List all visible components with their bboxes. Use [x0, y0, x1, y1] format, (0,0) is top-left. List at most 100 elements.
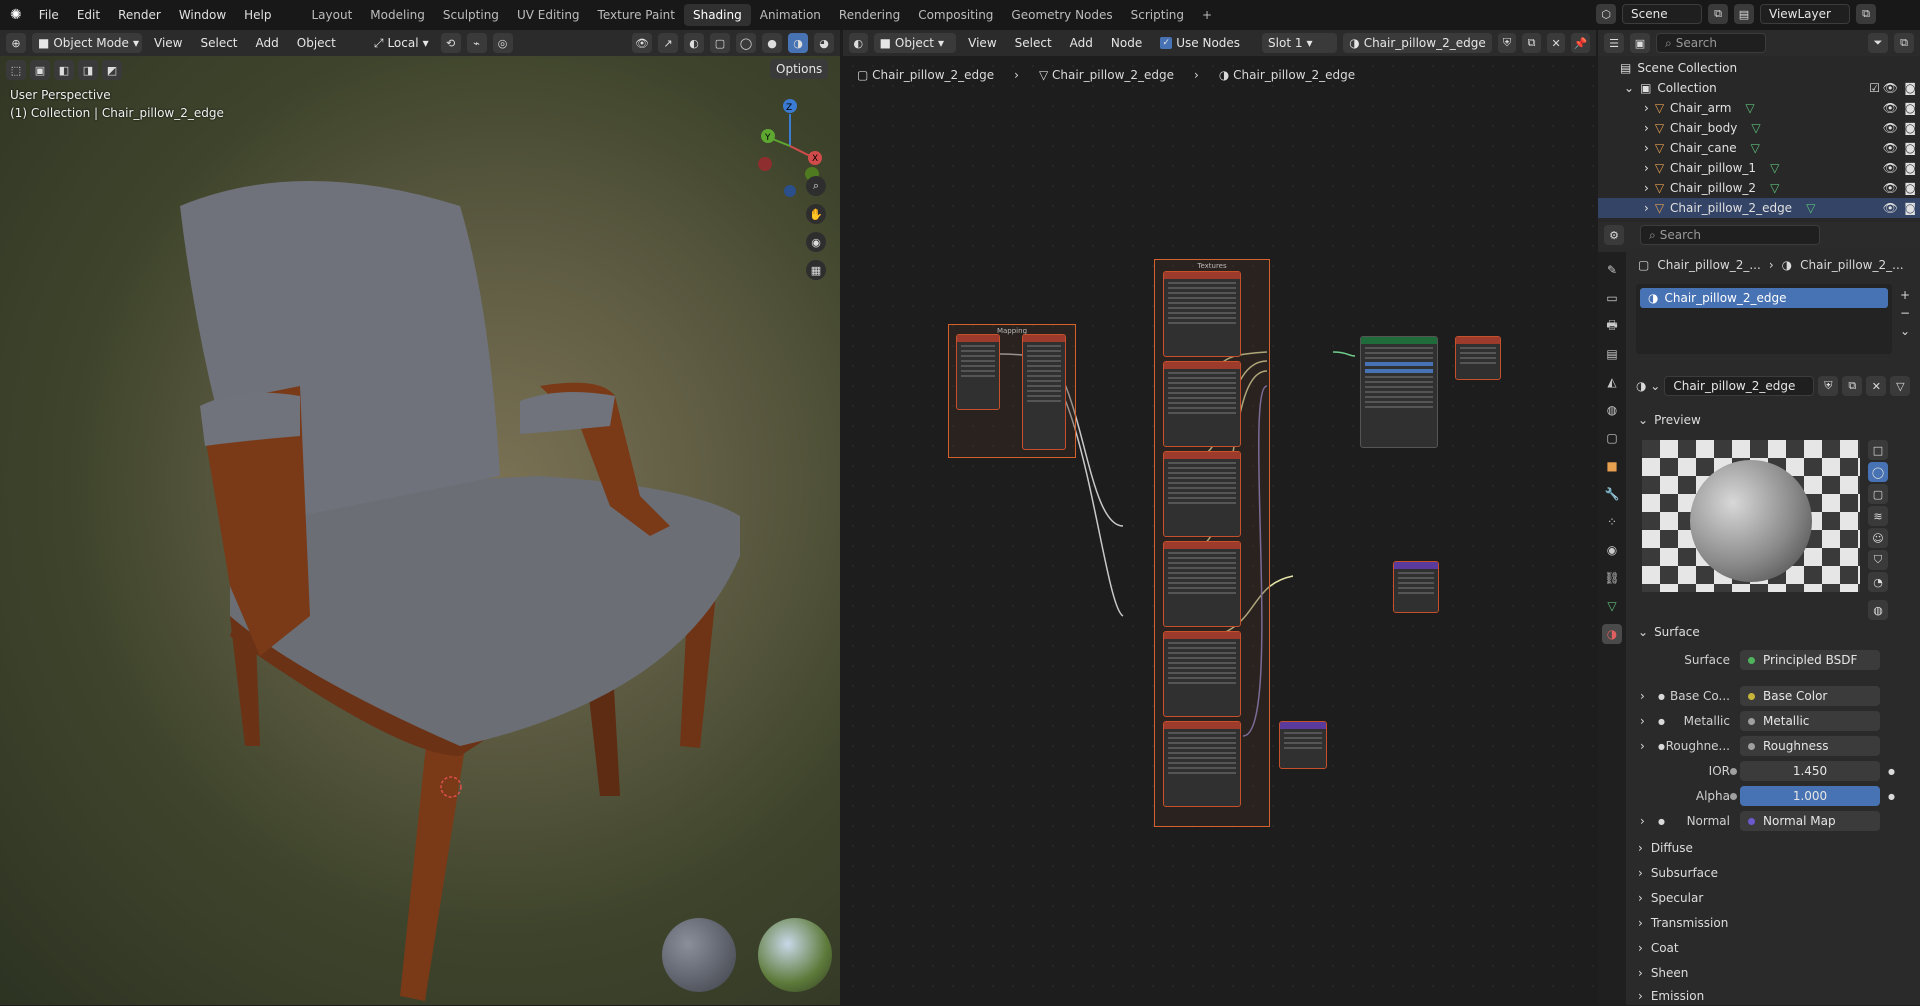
chair-model[interactable] — [0, 56, 840, 1005]
orientation-dropdown[interactable]: ⤢ Local ▾ — [368, 33, 435, 53]
camera-render-icon[interactable]: ◙ — [1904, 141, 1916, 155]
xray-icon[interactable]: ▢ — [710, 33, 730, 53]
snap-icon[interactable]: ⌁ — [466, 33, 487, 53]
expand-chevron-icon[interactable]: › — [1644, 181, 1649, 195]
fluid-preview-icon[interactable]: ◔ — [1868, 572, 1888, 592]
constraints-tab-icon[interactable]: ⛓ — [1602, 568, 1622, 588]
node-principled-bsdf[interactable] — [1360, 336, 1438, 448]
menu-help[interactable]: Help — [235, 8, 280, 22]
ortho-grid-icon[interactable]: ▦ — [806, 260, 826, 280]
output-tab-icon[interactable]: 🖶 — [1602, 316, 1622, 336]
node-texture-coordinate[interactable] — [956, 334, 1000, 410]
outliner-item-chair-arm[interactable]: › ▽ Chair_arm ▽ 👁 ◙ — [1598, 98, 1920, 118]
section-sheen[interactable]: › Sheen — [1638, 963, 1688, 983]
surface-section-header[interactable]: ⌄ Surface — [1638, 622, 1700, 642]
expand-chevron-icon[interactable]: › — [1644, 161, 1649, 175]
filter-icon[interactable]: ⏷ — [1868, 33, 1888, 53]
scene-field[interactable]: Scene — [1622, 4, 1702, 24]
expand-chevron-icon[interactable]: › — [1640, 739, 1645, 753]
collection-tab-icon[interactable]: ▢ — [1602, 428, 1622, 448]
node-normal-map[interactable] — [1279, 721, 1327, 769]
node-image-texture-base-color[interactable] — [1163, 361, 1241, 447]
duplicate-material-icon[interactable]: ⧉ — [1522, 33, 1541, 53]
outliner-scene-collection[interactable]: ▤ Scene Collection — [1598, 58, 1920, 78]
outliner-item-chair-body[interactable]: › ▽ Chair_body ▽ 👁 ◙ — [1598, 118, 1920, 138]
tab-animation[interactable]: Animation — [751, 4, 830, 26]
properties-search[interactable]: ⌕ Search — [1640, 225, 1820, 245]
tab-uv-editing[interactable]: UV Editing — [508, 4, 589, 26]
zoom-icon[interactable]: ⌕ — [806, 176, 826, 196]
unlink-material-icon[interactable]: ✕ — [1866, 376, 1887, 396]
world-tab-icon[interactable]: ◍ — [1602, 400, 1622, 420]
mode-dropdown[interactable]: ■ Object Mode ▾ — [32, 33, 142, 53]
outliner-item-chair-pillow-2-edge[interactable]: › ▽ Chair_pillow_2_edge ▽ 👁 ◙ — [1598, 198, 1920, 218]
monkey-preview-icon[interactable]: ☺ — [1868, 528, 1888, 548]
hair-preview-icon[interactable]: ≋ — [1868, 506, 1888, 526]
visibility-icon[interactable]: 👁 — [632, 33, 652, 53]
outliner-item-chair-pillow-1[interactable]: › ▽ Chair_pillow_1 ▽ 👁 ◙ — [1598, 158, 1920, 178]
remove-slot-icon[interactable]: − — [1900, 306, 1910, 320]
overlay-icon[interactable]: ◐ — [684, 33, 704, 53]
blender-logo-icon[interactable]: ✺ — [10, 7, 22, 23]
world-preview-icon[interactable]: ◍ — [1868, 600, 1888, 620]
expand-chevron-icon[interactable]: › — [1644, 201, 1649, 215]
tab-compositing[interactable]: Compositing — [909, 4, 1002, 26]
camera-render-icon[interactable]: ◙ — [1904, 121, 1916, 135]
eye-icon[interactable]: 👁 — [1883, 101, 1898, 115]
wireframe-shading-icon[interactable]: ◯ — [736, 33, 756, 53]
proportional-edit-icon[interactable]: ◎ — [492, 33, 513, 53]
sphere-preview-icon[interactable]: ◯ — [1868, 462, 1888, 482]
data-tab-icon[interactable]: ▽ — [1602, 596, 1622, 616]
new-scene-icon[interactable]: ⧉ — [1708, 4, 1728, 24]
add-menu[interactable]: Add — [250, 33, 285, 53]
node-displacement[interactable] — [1393, 561, 1439, 613]
menu-window[interactable]: Window — [170, 8, 235, 22]
properties-editor-type-icon[interactable]: ⚙ — [1604, 225, 1624, 245]
tab-sculpting[interactable]: Sculpting — [434, 4, 508, 26]
material-name-field[interactable]: Chair_pillow_2_edge — [1664, 376, 1815, 396]
outliner-collection[interactable]: ⌄ ▣ Collection ☑ 👁 ◙ — [1598, 78, 1920, 98]
eye-icon[interactable]: 👁 — [1883, 181, 1898, 195]
keyframe-dot-icon[interactable]: ● — [1888, 792, 1895, 801]
duplicate-material-icon[interactable]: ⧉ — [1842, 376, 1863, 396]
include-checkbox-icon[interactable]: ☑ — [1869, 81, 1880, 95]
node-mapping[interactable] — [1022, 334, 1066, 450]
expand-chevron-icon[interactable]: › — [1640, 689, 1645, 703]
object-menu[interactable]: Object — [291, 33, 342, 53]
eye-icon[interactable]: 👁 — [1883, 161, 1898, 175]
cloth-preview-icon[interactable]: ⛉ — [1868, 550, 1888, 570]
material-shading-icon[interactable]: ◑ — [788, 33, 808, 53]
add-workspace-icon[interactable]: + — [1193, 4, 1221, 26]
outliner-item-chair-cane[interactable]: › ▽ Chair_cane ▽ 👁 ◙ — [1598, 138, 1920, 158]
select-menu[interactable]: Select — [194, 33, 243, 53]
expand-chevron-icon[interactable]: › — [1640, 714, 1645, 728]
camera-icon[interactable]: ◉ — [806, 232, 826, 252]
section-emission[interactable]: › Emission — [1638, 986, 1704, 1006]
pivot-icon[interactable]: ⟲ — [440, 33, 461, 53]
add-slot-icon[interactable]: + — [1900, 288, 1910, 302]
section-subsurface[interactable]: › Subsurface — [1638, 863, 1718, 883]
expand-chevron-icon[interactable]: ⌄ — [1624, 81, 1634, 95]
pin-icon[interactable]: 📌 — [1571, 33, 1591, 53]
view-menu[interactable]: View — [148, 33, 188, 53]
tab-geometry-nodes[interactable]: Geometry Nodes — [1002, 4, 1121, 26]
view-layer-icon[interactable]: ▤ — [1734, 4, 1754, 24]
rendered-shading-icon[interactable]: ◕ — [814, 33, 834, 53]
view-layer-field[interactable]: ViewLayer — [1760, 4, 1850, 24]
menu-file[interactable]: File — [30, 8, 68, 22]
fake-user-icon[interactable]: ⛨ — [1497, 33, 1517, 53]
roughness-field[interactable]: Roughness — [1740, 736, 1880, 756]
display-mode-icon[interactable]: ▣ — [1630, 33, 1650, 53]
particles-tab-icon[interactable]: ⁘ — [1602, 512, 1622, 532]
material-slot-item[interactable]: ◑ Chair_pillow_2_edge — [1640, 288, 1888, 308]
physics-tab-icon[interactable]: ◉ — [1602, 540, 1622, 560]
gizmo-icon[interactable]: ↗ — [658, 33, 678, 53]
node-view-menu[interactable]: View — [962, 33, 1002, 53]
camera-render-icon[interactable]: ◙ — [1904, 161, 1916, 175]
flat-preview-icon[interactable]: □ — [1868, 440, 1888, 460]
camera-render-icon[interactable]: ◙ — [1904, 181, 1916, 195]
material-tab-icon[interactable]: ◑ — [1602, 624, 1622, 644]
preview-section-header[interactable]: ⌄ Preview — [1638, 410, 1701, 430]
node-select-menu[interactable]: Select — [1009, 33, 1058, 53]
cube-preview-icon[interactable]: ▢ — [1868, 484, 1888, 504]
